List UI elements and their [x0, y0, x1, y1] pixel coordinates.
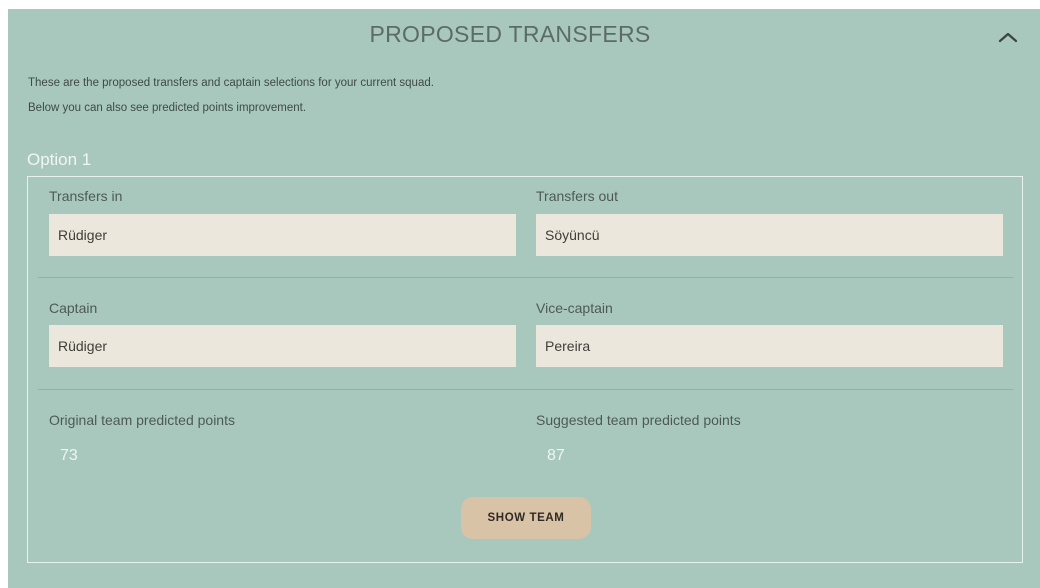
option-title: Option 1 [27, 150, 92, 169]
original-points-value: 73 [60, 447, 78, 464]
transfers-in-label: Transfers in [49, 188, 123, 204]
show-team-button[interactable]: SHOW TEAM [461, 497, 591, 539]
divider [38, 277, 1013, 278]
vice-captain-field[interactable] [536, 325, 1003, 367]
transfers-out-label: Transfers out [536, 188, 618, 204]
captain-field[interactable] [49, 325, 516, 367]
chevron-up-icon[interactable] [996, 29, 1020, 45]
proposed-transfers-panel: PROPOSED TRANSFERS These are the propose… [8, 9, 1040, 588]
vice-captain-label: Vice-captain [536, 300, 613, 316]
transfers-out-field[interactable] [536, 214, 1003, 256]
original-points-label: Original team predicted points [49, 412, 235, 428]
intro-text-line-2: Below you can also see predicted points … [28, 102, 307, 114]
suggested-points-value: 87 [547, 447, 565, 464]
option-card: Transfers in Transfers out Captain Vice-… [27, 176, 1023, 563]
captain-label: Captain [49, 300, 98, 316]
transfers-in-field[interactable] [49, 214, 516, 256]
panel-header[interactable]: PROPOSED TRANSFERS [8, 9, 1040, 57]
suggested-points-label: Suggested team predicted points [536, 412, 741, 428]
divider [38, 389, 1013, 390]
panel-title: PROPOSED TRANSFERS [369, 21, 651, 47]
intro-text-line-1: These are the proposed transfers and cap… [28, 77, 434, 89]
